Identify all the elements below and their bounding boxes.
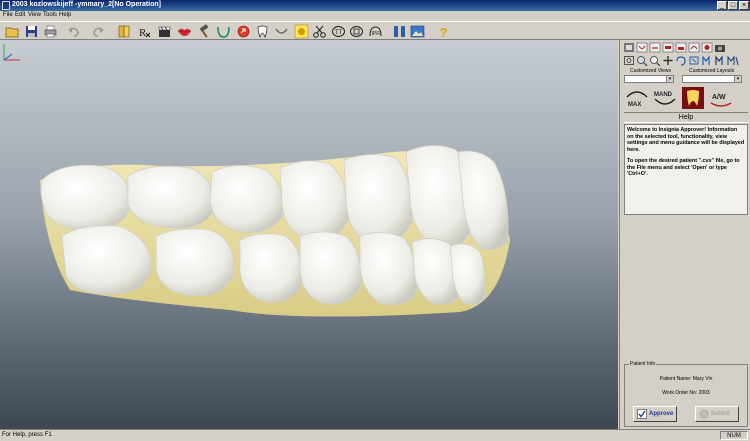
zoom-window-icon[interactable]: [623, 55, 635, 66]
dental-model: [40, 145, 510, 317]
maxillary-view-button[interactable]: MAX: [624, 85, 650, 111]
book-icon[interactable]: [117, 24, 132, 39]
prescription-icon[interactable]: R: [137, 24, 152, 39]
highlight-icon[interactable]: [294, 24, 309, 39]
submit-icon: [699, 409, 709, 419]
measure-right-icon[interactable]: [714, 55, 726, 66]
help-title: Help: [678, 114, 694, 121]
submit-button[interactable]: Submit: [695, 406, 739, 422]
status-bar: For Help, press F1 NUM: [0, 429, 750, 441]
print-icon[interactable]: [43, 24, 58, 39]
view-lower-icon[interactable]: [688, 42, 700, 53]
customized-views-select[interactable]: ▾: [624, 75, 674, 83]
work-order-number: Work Order No: 2003: [662, 390, 710, 396]
chevron-down-icon: ▾: [666, 76, 673, 82]
tooth-view-button[interactable]: [680, 85, 706, 111]
view-right-icon[interactable]: [675, 42, 687, 53]
svg-text:TT: TT: [335, 30, 343, 36]
measure-left-icon[interactable]: [701, 55, 713, 66]
right-panel: Customized Views Customized Layouts ▾ ▾ …: [619, 40, 750, 429]
patient-info-group: Patient Info Patient Name: Mary Vin Work…: [624, 361, 748, 427]
minimize-button[interactable]: _: [717, 1, 727, 10]
maximize-button[interactable]: □: [728, 1, 738, 10]
gap-icon[interactable]: [349, 24, 364, 39]
submit-label: Submit: [711, 411, 730, 417]
pan-icon[interactable]: [662, 55, 674, 66]
approve-label: Approve: [649, 411, 674, 417]
main-toolbar: R TT IPR ?: [0, 21, 750, 40]
mandibular-view-button[interactable]: MAND: [652, 85, 678, 111]
undo-icon[interactable]: [66, 24, 81, 39]
open-folder-icon[interactable]: [5, 24, 20, 39]
hammer-icon[interactable]: [197, 24, 212, 39]
menu-edit[interactable]: Edit: [15, 12, 25, 18]
customized-layouts-label: Customized Layouts: [689, 68, 735, 74]
mand-label: MAND: [654, 92, 673, 98]
3d-viewport[interactable]: [0, 40, 618, 429]
customized-views-label: Customized Views: [630, 68, 672, 74]
help-paragraph-open: To open the desired patient ".cvs" file,…: [627, 158, 740, 177]
window-title: 2003 kozlowskijeff -ymmary_2[No Operatio…: [12, 1, 161, 8]
view-back-icon[interactable]: [701, 42, 713, 53]
lips-icon[interactable]: [177, 24, 192, 39]
max-label: MAX: [628, 102, 641, 108]
measure-both-icon[interactable]: [727, 55, 739, 66]
ipr-icon[interactable]: IPR: [368, 24, 383, 39]
svg-text:IPR: IPR: [372, 31, 381, 37]
spin-icon[interactable]: [688, 55, 700, 66]
save-icon[interactable]: [24, 24, 39, 39]
split-view-icon[interactable]: [392, 24, 407, 39]
view-upper-icon[interactable]: [636, 42, 648, 53]
smile-curve-icon[interactable]: [274, 24, 289, 39]
view-tooth-icon[interactable]: [623, 42, 635, 53]
chevron-down-icon: ▾: [734, 76, 741, 82]
close-button[interactable]: ×: [739, 1, 749, 10]
zoom-in-icon[interactable]: [636, 55, 648, 66]
app-icon: [2, 1, 10, 10]
arch-curve-icon[interactable]: [216, 24, 231, 39]
menu-tools[interactable]: Tools: [43, 12, 57, 18]
zoom-out-icon[interactable]: [649, 55, 661, 66]
help-paragraph-welcome: Welcome to Insignia Approver! Informatio…: [627, 127, 745, 153]
axis-triad: [3, 44, 20, 61]
circle-arrow-icon[interactable]: [236, 24, 251, 39]
menu-help[interactable]: Help: [59, 12, 71, 18]
num-lock-indicator: NUM: [720, 431, 748, 440]
image-view-icon[interactable]: [410, 24, 425, 39]
menu-view[interactable]: View: [28, 12, 41, 18]
rotate-icon[interactable]: [675, 55, 687, 66]
patient-info-legend: Patient Info: [629, 361, 657, 367]
clapper-icon[interactable]: [157, 24, 172, 39]
menu-bar: File Edit View Tools Help: [0, 11, 750, 21]
patient-name: Patient Name: Mary Vin: [659, 376, 713, 382]
camera-icon[interactable]: [714, 42, 726, 53]
help-text-box: Welcome to Insignia Approver! Informatio…: [624, 124, 748, 215]
view-left-icon[interactable]: [662, 42, 674, 53]
tooth-outline-icon[interactable]: [255, 24, 270, 39]
scissors-icon[interactable]: [312, 24, 327, 39]
approve-icon: [637, 409, 647, 419]
approve-button[interactable]: Approve: [633, 406, 677, 422]
svg-text:?: ?: [440, 25, 448, 39]
view-front-icon[interactable]: [649, 42, 661, 53]
arch-teeth-icon[interactable]: TT: [331, 24, 346, 39]
aw-view-button[interactable]: A/W: [708, 85, 734, 111]
help-header: Help: [624, 112, 748, 123]
redo-icon[interactable]: [91, 24, 106, 39]
aw-label: A/W: [712, 94, 726, 101]
customized-layouts-select[interactable]: ▾: [682, 75, 742, 83]
menu-file[interactable]: File: [3, 12, 13, 18]
title-bar: 2003 kozlowskijeff -ymmary_2[No Operatio…: [0, 0, 750, 11]
help-icon[interactable]: ?: [436, 24, 451, 39]
rx-glyph: R: [139, 27, 147, 39]
status-text: For Help, press F1: [2, 432, 52, 438]
